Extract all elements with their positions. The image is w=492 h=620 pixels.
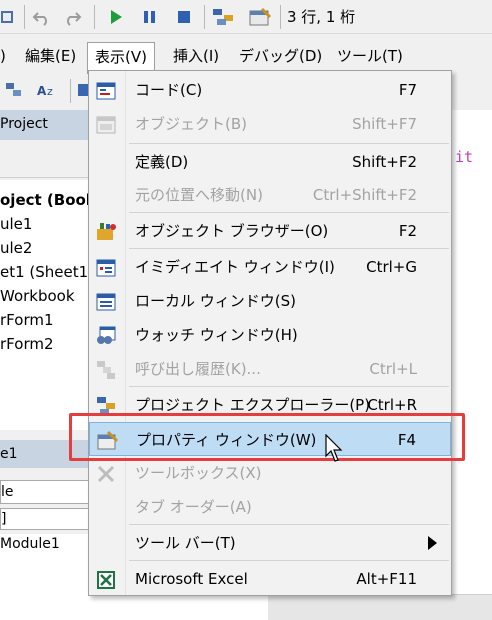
menu-item-code[interactable]: コード(C) F7 bbox=[89, 73, 451, 107]
object-browser-icon bbox=[97, 223, 116, 240]
menu-item-shortcut: Ctrl+G bbox=[366, 258, 417, 276]
menu-item-shortcut: Shift+F7 bbox=[352, 115, 417, 133]
immediate-window-icon bbox=[96, 259, 116, 277]
menu-item-call-stack: 呼び出し履歴(K)... Ctrl+L bbox=[89, 352, 451, 386]
pause-icon[interactable] bbox=[140, 7, 160, 27]
properties-name-value[interactable]: Module1 bbox=[0, 536, 60, 552]
menu-item-label: オブジェクト(B) bbox=[135, 115, 247, 133]
toolbar-separator bbox=[24, 5, 25, 29]
menu-item-definition[interactable]: 定義(D) Shift+F2 bbox=[89, 145, 451, 179]
menu-item-last-position: 元の位置へ移動(N) Ctrl+Shift+F2 bbox=[89, 178, 451, 212]
menu-item-immediate-window[interactable]: イミディエイト ウィンドウ(I) Ctrl+G bbox=[89, 250, 451, 284]
toolbar-separator bbox=[94, 5, 95, 29]
reset-icon[interactable] bbox=[174, 7, 194, 27]
menu-item-label: タブ オーダー(A) bbox=[135, 498, 252, 516]
menu-item-shortcut: F7 bbox=[398, 81, 417, 99]
tree-item-userform1[interactable]: rForm1 bbox=[0, 310, 54, 330]
menu-separator bbox=[129, 524, 449, 525]
code-horizontal-scrollbar[interactable] bbox=[268, 594, 492, 620]
menu-separator bbox=[129, 386, 449, 387]
menu-item-label: ツール バー(T) bbox=[135, 534, 236, 552]
menu-item-shortcut: Ctrl+R bbox=[367, 396, 417, 414]
menu-item-label: ローカル ウィンドウ(S) bbox=[135, 292, 296, 310]
code-icon bbox=[96, 82, 116, 100]
properties-window-icon[interactable] bbox=[248, 7, 272, 27]
menu-separator bbox=[129, 560, 449, 561]
properties-object-combo[interactable]: le bbox=[0, 480, 90, 504]
project-explorer-icon[interactable] bbox=[212, 7, 236, 27]
menu-insert[interactable]: 挿入(I) bbox=[166, 42, 226, 70]
menu-edit[interactable]: 編集(E) bbox=[18, 42, 83, 70]
menu-item-toolbars[interactable]: ツール バー(T) bbox=[89, 526, 451, 560]
tree-item-module1[interactable]: ule1 bbox=[0, 214, 32, 234]
menu-file-partial[interactable]: ) bbox=[0, 42, 13, 70]
locals-window-icon bbox=[96, 293, 116, 311]
menu-item-shortcut: F2 bbox=[398, 222, 417, 240]
menu-item-object: オブジェクト(B) Shift+F7 bbox=[89, 107, 451, 141]
menu-separator bbox=[129, 212, 449, 213]
properties-tab[interactable]: ] bbox=[0, 508, 90, 530]
tree-item-sheet1[interactable]: et1 (Sheet1 bbox=[0, 262, 88, 282]
run-icon[interactable] bbox=[106, 7, 126, 27]
menu-item-label: プロジェクト エクスプローラー(P) bbox=[135, 396, 371, 414]
mouse-cursor-icon bbox=[325, 434, 343, 462]
redo-icon[interactable] bbox=[62, 7, 82, 27]
menu-item-locals-window[interactable]: ローカル ウィンドウ(S) bbox=[89, 284, 451, 318]
menu-item-label: 呼び出し履歴(K)... bbox=[135, 360, 261, 378]
watch-window-icon bbox=[97, 326, 116, 344]
menu-item-label: ウォッチ ウィンドウ(H) bbox=[135, 326, 298, 344]
toolbox-icon bbox=[97, 465, 115, 483]
properties-grid: Module1 bbox=[0, 534, 90, 620]
tree-item-thisworkbook[interactable]: Workbook bbox=[0, 286, 75, 306]
tree-item-project[interactable]: oject (Book bbox=[0, 190, 96, 210]
menu-item-shortcut: Ctrl+Shift+F2 bbox=[312, 186, 417, 204]
edit-toolbar: Az bbox=[0, 74, 90, 108]
menu-item-shortcut: Alt+F11 bbox=[356, 570, 417, 588]
menu-item-shortcut: Shift+F2 bbox=[352, 153, 417, 171]
menu-item-label: Microsoft Excel bbox=[135, 570, 248, 588]
toolbar-separator bbox=[280, 5, 281, 29]
menu-item-label: コード(C) bbox=[135, 81, 203, 99]
menu-item-object-browser[interactable]: オブジェクト ブラウザー(O) F2 bbox=[89, 214, 451, 248]
annotation-highlight-box bbox=[69, 413, 465, 461]
code-text: it bbox=[455, 148, 474, 166]
submenu-arrow-icon bbox=[428, 536, 437, 550]
menu-item-shortcut: Ctrl+L bbox=[369, 360, 417, 378]
menu-item-label: ツールボックス(X) bbox=[135, 464, 262, 482]
menu-bar: ) 編集(E) 表示(V) 挿入(I) デバッグ(D) ツール(T) bbox=[0, 40, 492, 74]
toolbar-separator bbox=[204, 5, 205, 29]
find-icon[interactable] bbox=[0, 7, 20, 27]
svg-text:A: A bbox=[37, 84, 47, 98]
view-menu-dropdown: コード(C) F7 オブジェクト(B) Shift+F7 定義(D) Shift… bbox=[88, 70, 452, 596]
menu-item-toolbox: ツールボックス(X) bbox=[89, 456, 451, 490]
project-panel-toolbar bbox=[0, 142, 90, 178]
undo-icon[interactable] bbox=[32, 7, 52, 27]
menu-tools[interactable]: ツール(T) bbox=[330, 42, 410, 70]
menu-item-label: 定義(D) bbox=[135, 153, 189, 171]
call-stack-icon bbox=[97, 361, 115, 379]
project-tree: oject (Book ule1 ule2 et1 (Sheet1 Workbo… bbox=[0, 180, 96, 430]
menu-debug[interactable]: デバッグ(D) bbox=[232, 42, 329, 70]
menu-item-label: イミディエイト ウィンドウ(I) bbox=[135, 258, 335, 276]
cursor-position: 3 行, 1 桁 bbox=[287, 8, 356, 26]
object-icon bbox=[96, 116, 116, 134]
project-panel-title: Project bbox=[0, 110, 90, 140]
svg-text:z: z bbox=[47, 85, 53, 98]
menu-item-tab-order: タブ オーダー(A) bbox=[89, 490, 451, 524]
tree-item-module2[interactable]: ule2 bbox=[0, 238, 32, 258]
menu-separator bbox=[129, 248, 449, 249]
complete-word-icon[interactable]: Az bbox=[36, 80, 62, 100]
standard-toolbar: 3 行, 1 桁 bbox=[0, 0, 492, 34]
toolbar-separator bbox=[70, 79, 71, 103]
indent-icon[interactable] bbox=[4, 80, 26, 100]
menu-separator bbox=[129, 143, 449, 144]
menu-item-microsoft-excel[interactable]: Microsoft Excel Alt+F11 bbox=[89, 562, 451, 596]
menu-item-label: オブジェクト ブラウザー(O) bbox=[135, 222, 329, 240]
tree-item-userform2[interactable]: rForm2 bbox=[0, 334, 54, 354]
excel-icon bbox=[97, 571, 115, 589]
menu-item-label: 元の位置へ移動(N) bbox=[135, 186, 263, 204]
menu-item-watch-window[interactable]: ウォッチ ウィンドウ(H) bbox=[89, 318, 451, 352]
